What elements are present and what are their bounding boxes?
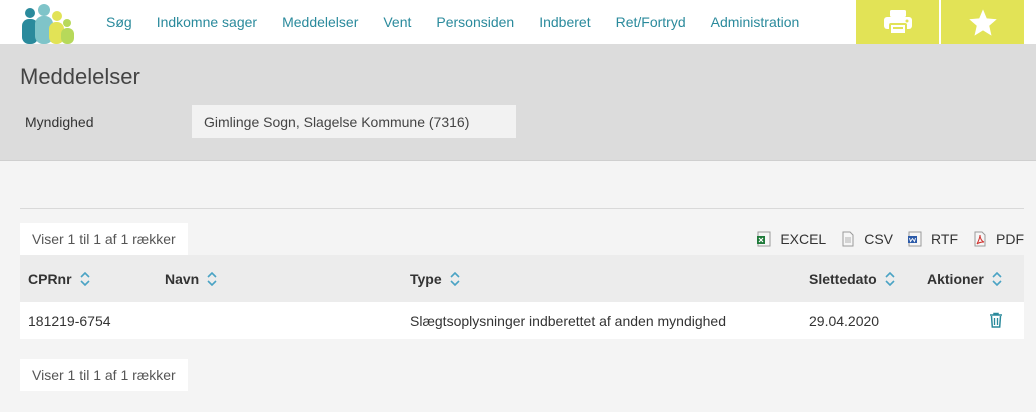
column-header-name-label: Navn: [165, 270, 200, 287]
column-header-cpr[interactable]: CPRnr: [28, 255, 90, 302]
cell-type: Slægtsoplysninger indberettet af anden m…: [410, 312, 726, 329]
pagination-info-bottom: Viser 1 til 1 af 1 rækker: [20, 359, 188, 391]
export-excel-button[interactable]: EXCEL: [756, 231, 826, 247]
favorite-button[interactable]: [941, 0, 1024, 44]
nav-item-meddelelser[interactable]: Meddelelser: [282, 14, 358, 30]
column-header-actions-label: Aktioner: [927, 270, 984, 287]
export-toolbar: EXCEL CSV RTF PDF: [742, 231, 1024, 247]
cell-cpr: 181219-6754: [28, 312, 111, 329]
column-header-actions[interactable]: Aktioner: [927, 255, 1002, 302]
export-pdf-button[interactable]: PDF: [972, 231, 1024, 247]
family-logo-icon[interactable]: [18, 1, 76, 44]
export-csv-label: CSV: [864, 231, 894, 247]
nav-item-ret-fortryd[interactable]: Ret/Fortryd: [616, 14, 686, 30]
column-header-type-label: Type: [410, 270, 442, 287]
export-excel-label: EXCEL: [780, 231, 827, 247]
cell-delete-date: 29.04.2020: [809, 312, 880, 329]
export-pdf-label: PDF: [996, 231, 1024, 247]
printer-icon: [883, 10, 912, 35]
export-rtf-button[interactable]: RTF: [907, 231, 958, 247]
column-header-type[interactable]: Type: [410, 255, 460, 302]
trash-icon[interactable]: [989, 312, 1003, 328]
column-header-cpr-label: CPRnr: [28, 270, 72, 287]
page-header: Meddelelser Myndighed Gimlinge Sogn, Sla…: [0, 44, 1036, 161]
pdf-file-icon: [974, 231, 986, 247]
pagination-info-top: Viser 1 til 1 af 1 rækker: [20, 223, 188, 255]
authority-field[interactable]: Gimlinge Sogn, Slagelse Kommune (7316): [192, 105, 516, 138]
table-header-row: CPRnr Navn Type Slettedato Aktioner: [20, 255, 1024, 302]
sort-icon[interactable]: [450, 271, 460, 286]
top-navigation-bar: Søg Indkomne sager Meddelelser Vent Pers…: [0, 0, 1036, 44]
column-header-delete-date[interactable]: Slettedato: [809, 255, 895, 302]
table-row[interactable]: 181219-6754 Slægtsoplysninger indberette…: [20, 302, 1024, 339]
export-csv-button[interactable]: CSV: [840, 231, 893, 247]
column-header-delete-date-label: Slettedato: [809, 270, 877, 287]
star-icon: [968, 8, 997, 36]
csv-file-icon: [842, 231, 854, 247]
sort-icon[interactable]: [885, 271, 895, 286]
sort-icon[interactable]: [79, 271, 90, 286]
nav-item-soeg[interactable]: Søg: [106, 14, 132, 30]
print-button[interactable]: [856, 0, 939, 44]
nav-item-administration[interactable]: Administration: [711, 14, 800, 30]
main-nav: Søg Indkomne sager Meddelelser Vent Pers…: [106, 0, 824, 44]
page-title: Meddelelser: [20, 64, 140, 89]
nav-item-indkomne-sager[interactable]: Indkomne sager: [157, 14, 257, 30]
messages-table: CPRnr Navn Type Slettedato Aktioner 1812…: [20, 255, 1024, 339]
excel-file-icon: [757, 231, 771, 247]
export-rtf-label: RTF: [931, 231, 958, 247]
divider: [20, 208, 1024, 209]
nav-item-vent[interactable]: Vent: [383, 14, 411, 30]
rtf-file-icon: [908, 231, 922, 247]
column-header-name[interactable]: Navn: [165, 255, 217, 302]
sort-icon[interactable]: [992, 271, 1002, 286]
nav-item-personsiden[interactable]: Personsiden: [436, 14, 514, 30]
nav-item-indberet[interactable]: Indberet: [539, 14, 590, 30]
sort-icon[interactable]: [207, 271, 217, 286]
authority-label: Myndighed: [25, 114, 94, 130]
